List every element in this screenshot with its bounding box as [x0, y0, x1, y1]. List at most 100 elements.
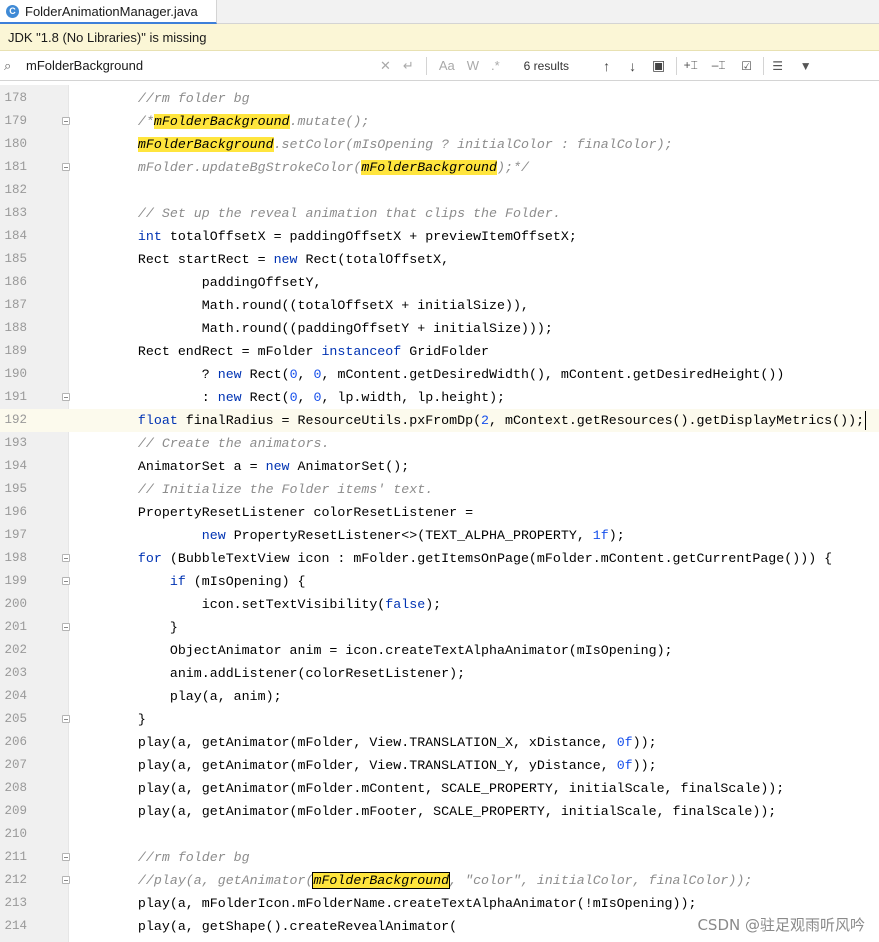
remove-selection-icon[interactable]: –⌶ [705, 58, 733, 73]
code-text: play(a, getAnimator(mFolder.mFooter, SCA… [106, 800, 776, 823]
file-tab[interactable]: C FolderAnimationManager.java [0, 0, 217, 24]
filter-lines-icon[interactable]: ☰ [764, 59, 792, 73]
line-number: 213 [4, 896, 27, 910]
search-match: mFolderBackground [153, 114, 290, 129]
code-line[interactable]: 180 mFolderBackground.setColor(mIsOpenin… [0, 133, 879, 156]
code-token: //rm folder bg [106, 850, 250, 865]
code-token: AnimatorSet(); [289, 459, 410, 474]
code-line[interactable]: 201 } [0, 616, 879, 639]
add-selection-icon[interactable]: +⌶ [677, 58, 705, 73]
code-line[interactable]: 181 mFolder.updateBgStrokeColor(mFolderB… [0, 156, 879, 179]
fold-marker-icon[interactable] [62, 393, 70, 401]
replace-history-icon[interactable]: ↵ [403, 58, 414, 74]
code-token: new [201, 528, 226, 543]
line-number: 182 [4, 183, 27, 197]
code-text: : new Rect(0, 0, lp.width, lp.height); [106, 386, 505, 409]
fold-marker-icon[interactable] [62, 623, 70, 631]
code-line[interactable]: 198 for (BubbleTextView icon : mFolder.g… [0, 547, 879, 570]
line-number: 211 [4, 850, 27, 864]
watermark: CSDN @驻足观雨听风吟 [697, 916, 865, 934]
code-line[interactable]: 207 play(a, getAnimator(mFolder, View.TR… [0, 754, 879, 777]
code-line[interactable]: 188 Math.round((paddingOffsetY + initial… [0, 317, 879, 340]
code-token: ); [425, 597, 442, 612]
select-all-occurrences-icon[interactable]: ▣ [646, 57, 672, 74]
code-line[interactable]: 194 AnimatorSet a = new AnimatorSet(); [0, 455, 879, 478]
code-editor[interactable]: 178 //rm folder bg 179 /*mFolderBackgroun… [0, 85, 879, 942]
line-number: 193 [4, 436, 27, 450]
code-line[interactable]: 209 play(a, getAnimator(mFolder.mFooter,… [0, 800, 879, 823]
code-line[interactable]: 195 // Initialize the Folder items' text… [0, 478, 879, 501]
code-line[interactable]: 211 //rm folder bg [0, 846, 879, 869]
whole-words-icon[interactable]: W [467, 58, 479, 73]
code-line[interactable]: 189 Rect endRect = mFolder instanceof Gr… [0, 340, 879, 363]
code-line[interactable]: 184 int totalOffsetX = paddingOffsetX + … [0, 225, 879, 248]
code-line[interactable]: 205 } [0, 708, 879, 731]
code-token: , [297, 367, 314, 382]
code-line[interactable]: 203 anim.addListener(colorResetListener)… [0, 662, 879, 685]
code-line[interactable]: 192 float finalRadius = ResourceUtils.px… [0, 409, 879, 432]
code-line[interactable]: 208 play(a, getAnimator(mFolder.mContent… [0, 777, 879, 800]
code-line[interactable]: 185 Rect startRect = new Rect(totalOffse… [0, 248, 879, 271]
code-text: play(a, mFolderIcon.mFolderName.createTe… [106, 892, 697, 915]
code-line[interactable]: 197 new PropertyResetListener<>(TEXT_ALP… [0, 524, 879, 547]
code-line[interactable]: 193 // Create the animators. [0, 432, 879, 455]
code-line[interactable]: 183 // Set up the reveal animation that … [0, 202, 879, 225]
clear-icon[interactable]: ✕ [380, 58, 391, 74]
code-line[interactable]: 182 [0, 179, 879, 202]
code-line[interactable]: 210 [0, 823, 879, 846]
code-token: icon.setTextVisibility( [106, 597, 386, 612]
filter-icon[interactable]: ▼ [792, 59, 820, 73]
fold-marker-icon[interactable] [62, 117, 70, 125]
fold-marker-icon[interactable] [62, 715, 70, 723]
regex-icon[interactable]: .* [491, 58, 500, 73]
code-token: : [106, 390, 218, 405]
code-line[interactable]: 186 paddingOffsetY, [0, 271, 879, 294]
code-token: } [106, 712, 146, 727]
code-text: play(a, getAnimator(mFolder, View.TRANSL… [106, 754, 657, 777]
next-occurrence-icon[interactable]: ↓ [620, 58, 646, 74]
code-line[interactable]: 202 ObjectAnimator anim = icon.createTex… [0, 639, 879, 662]
code-line[interactable]: 196 PropertyResetListener colorResetList… [0, 501, 879, 524]
code-token: } [106, 620, 178, 635]
code-line[interactable]: 200 icon.setTextVisibility(false); [0, 593, 879, 616]
result-count: 6 results [523, 58, 570, 73]
code-line[interactable]: 212 //play(a, getAnimator(mFolderBackgro… [0, 869, 879, 892]
line-number: 200 [4, 597, 27, 611]
select-all-matches-icon[interactable]: ☑ [733, 59, 761, 73]
fold-marker-icon[interactable] [62, 853, 70, 861]
code-line[interactable]: 179 /*mFolderBackground.mutate(); [0, 110, 879, 133]
code-line[interactable]: 191 : new Rect(0, 0, lp.width, lp.height… [0, 386, 879, 409]
code-line[interactable]: 213 play(a, mFolderIcon.mFolderName.crea… [0, 892, 879, 915]
code-token: Rect endRect = mFolder [106, 344, 322, 359]
search-input[interactable] [20, 58, 386, 73]
fold-marker-icon[interactable] [62, 577, 70, 585]
code-line[interactable]: 187 Math.round((totalOffsetX + initialSi… [0, 294, 879, 317]
match-case-icon[interactable]: Aa [439, 58, 455, 73]
code-line[interactable]: 199 if (mIsOpening) { [0, 570, 879, 593]
line-number: 214 [4, 919, 27, 933]
code-token: Rect( [241, 367, 290, 382]
fold-marker-icon[interactable] [62, 163, 70, 171]
code-line[interactable]: 206 play(a, getAnimator(mFolder, View.TR… [0, 731, 879, 754]
code-text: //rm folder bg [106, 87, 250, 110]
previous-occurrence-icon[interactable]: ↑ [594, 58, 620, 74]
code-token: ? [106, 367, 218, 382]
code-token: play(a, anim); [106, 689, 282, 704]
code-line[interactable]: 178 //rm folder bg [0, 87, 879, 110]
fold-marker-icon[interactable] [62, 876, 70, 884]
code-line[interactable]: 204 play(a, anim); [0, 685, 879, 708]
line-number: 185 [4, 252, 27, 266]
code-text: mFolderBackground.setColor(mIsOpening ? … [106, 133, 673, 156]
code-token: , "color", initialColor, finalColor)); [449, 873, 753, 888]
code-text: // Set up the reveal animation that clip… [106, 202, 561, 225]
line-number: 180 [4, 137, 27, 151]
code-line[interactable]: 190 ? new Rect(0, 0, mContent.getDesired… [0, 363, 879, 386]
fold-marker-icon[interactable] [62, 554, 70, 562]
code-token: Rect startRect = [106, 252, 274, 267]
line-number: 190 [4, 367, 27, 381]
search-icon[interactable]: ⌕ [4, 58, 20, 74]
code-token: //rm folder bg [106, 91, 250, 106]
